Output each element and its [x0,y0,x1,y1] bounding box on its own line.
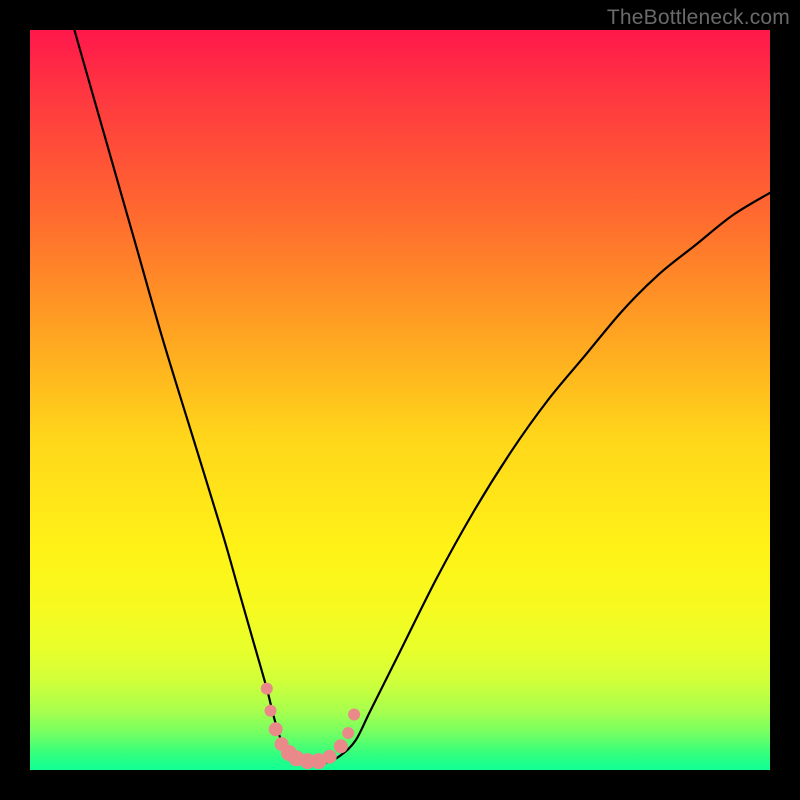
range-marker-dot [348,709,360,721]
watermark-text: TheBottleneck.com [607,6,790,30]
range-marker-dot [342,727,354,739]
range-markers [261,683,360,770]
range-marker-dot [269,722,283,736]
range-marker-dot [265,705,277,717]
chart-frame: TheBottleneck.com [0,0,800,800]
range-marker-dot [323,750,337,764]
range-marker-dot [261,683,273,695]
bottleneck-curve [74,30,770,764]
plot-area [30,30,770,770]
range-marker-dot [334,739,348,753]
curve-layer [30,30,770,770]
